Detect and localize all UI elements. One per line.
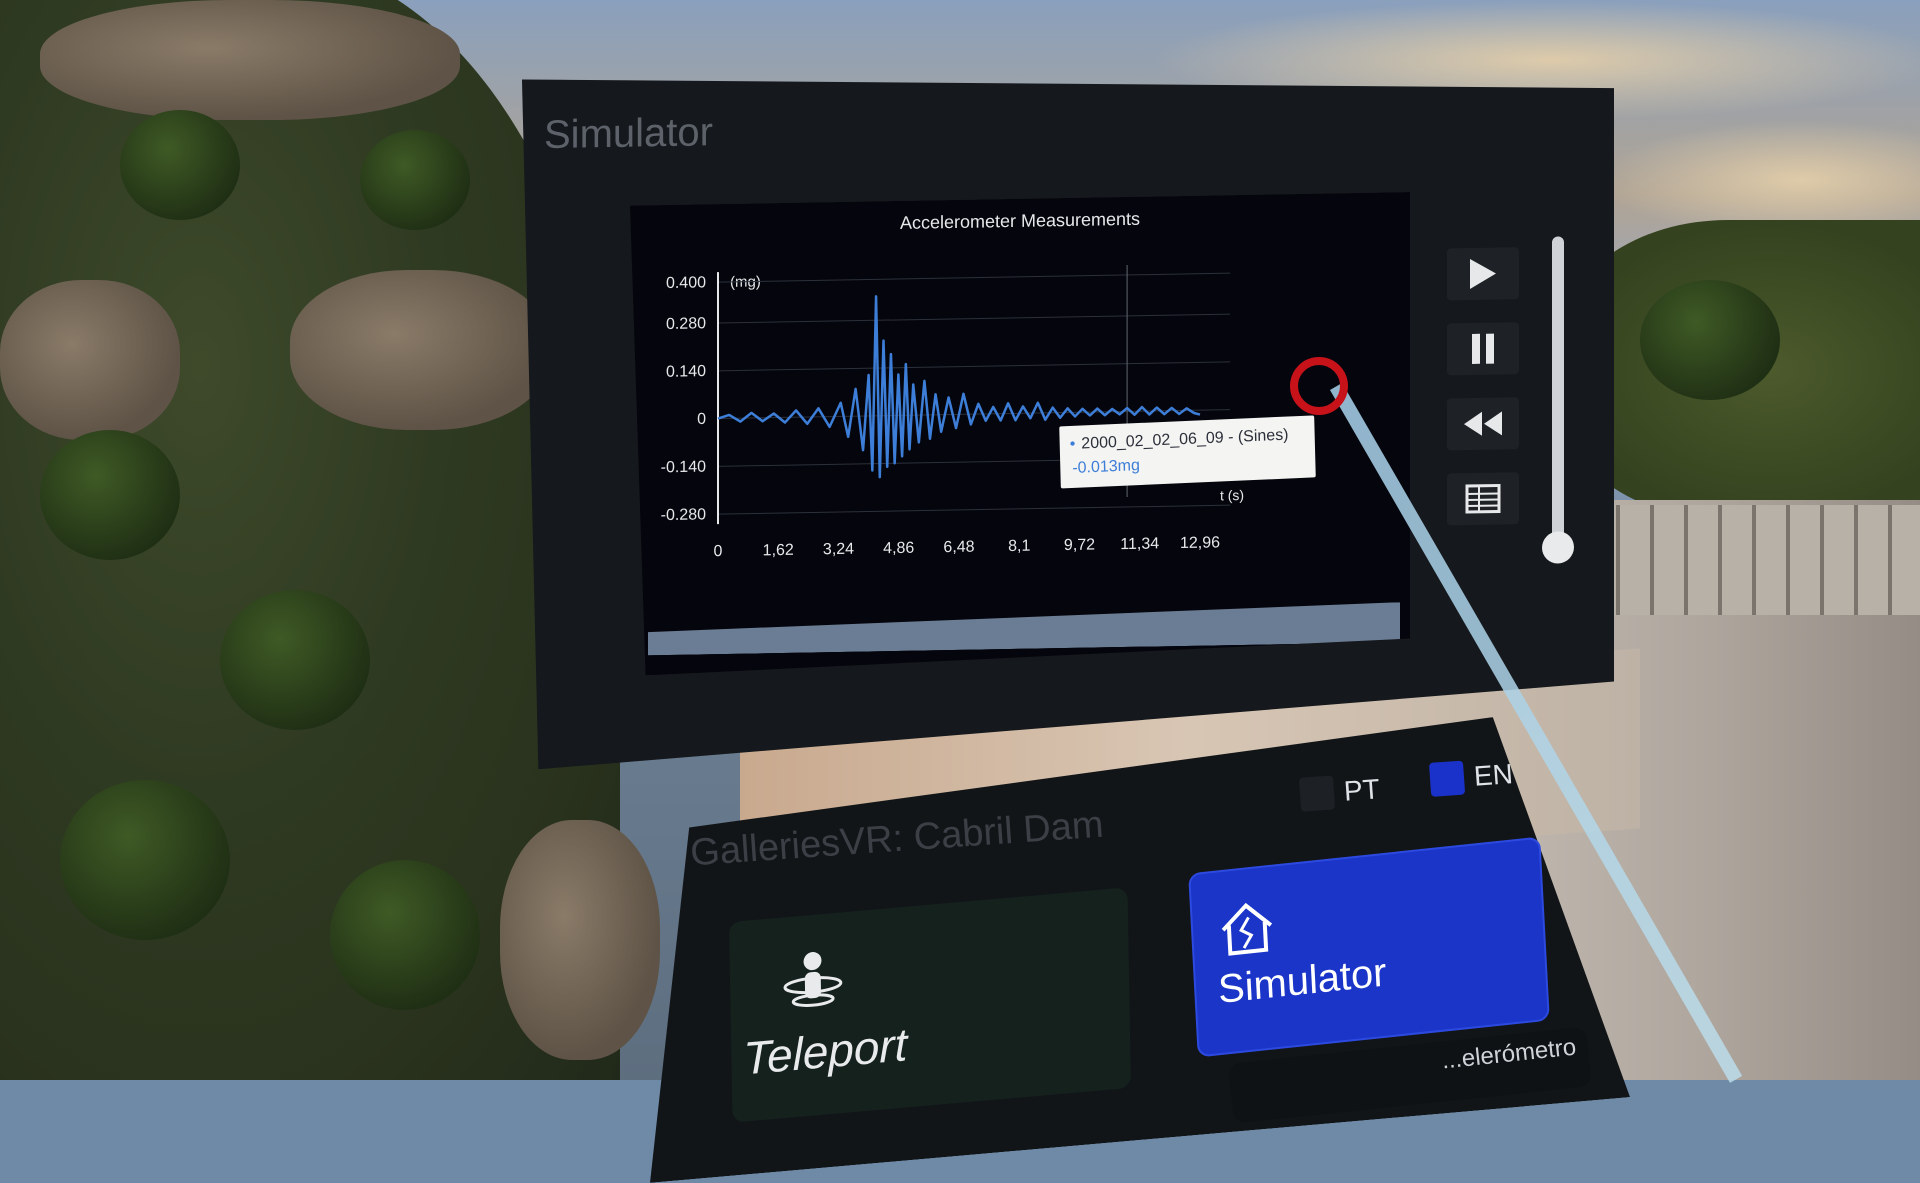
simulator-panel: Simulator Accelerometer Measurements (mg)…	[522, 60, 1614, 769]
y-tick-label: -0.280	[661, 506, 706, 524]
teleport-button[interactable]: Teleport	[729, 887, 1131, 1123]
y-tick-label: -0.140	[661, 459, 706, 477]
tree	[60, 780, 230, 940]
x-tick-label: 0	[714, 543, 723, 560]
accelerometer-label: ...elerómetro	[1440, 1033, 1578, 1075]
rock	[0, 280, 180, 440]
language-label: PT	[1342, 773, 1381, 807]
x-unit-label: t (s)	[1220, 487, 1244, 503]
y-tick-label: 0.280	[666, 315, 706, 333]
play-icon	[1468, 256, 1498, 291]
tooltip-series-label: 2000_02_02_06_09 - (Sines)	[1069, 427, 1288, 455]
x-tick-label: 8,1	[1008, 538, 1030, 555]
table-view-button[interactable]	[1447, 472, 1519, 525]
language-label: EN	[1472, 758, 1514, 792]
pointer-reticle	[1290, 357, 1348, 415]
tree	[1640, 280, 1780, 400]
rock	[290, 270, 550, 430]
gridline	[718, 273, 1230, 282]
tree	[40, 430, 180, 560]
gridline	[718, 505, 1230, 514]
tree	[360, 130, 470, 230]
rock	[40, 0, 460, 120]
tree	[220, 590, 370, 730]
language-toggle-en[interactable]: EN	[1428, 757, 1514, 797]
simulator-label: Simulator	[1217, 950, 1388, 1012]
x-tick-label: 12,96	[1180, 534, 1220, 552]
play-button[interactable]	[1447, 247, 1519, 300]
chart-title: Accelerometer Measurements	[900, 209, 1140, 233]
pause-icon	[1470, 332, 1496, 366]
x-tick-label: 11,34	[1120, 535, 1159, 553]
tooltip-value: -0.013mg	[1072, 457, 1141, 477]
rock	[500, 820, 660, 1060]
x-tick-label: 1,62	[763, 542, 794, 560]
teleport-label: Teleport	[742, 1018, 908, 1085]
panel-title: Simulator	[544, 110, 713, 158]
speed-slider-track[interactable]	[1552, 236, 1564, 556]
table-icon	[1465, 483, 1501, 514]
y-tick-label: 0	[697, 411, 706, 428]
tree	[120, 110, 240, 220]
x-tick-label: 4,86	[883, 540, 914, 558]
y-tick-label: 0.400	[666, 274, 706, 292]
rewind-button[interactable]	[1447, 397, 1519, 450]
tree	[330, 860, 480, 1010]
language-toggle-pt[interactable]: PT	[1298, 772, 1381, 812]
gridline	[718, 314, 1230, 323]
x-tick-label: 9,72	[1064, 537, 1095, 555]
rewind-icon	[1462, 409, 1504, 438]
x-tick-label: 6,48	[943, 539, 974, 557]
pause-button[interactable]	[1447, 322, 1519, 375]
accelerometer-chart[interactable]: Accelerometer Measurements (mg) t (s) 0.400…	[630, 192, 1410, 676]
damaged-house-icon	[1221, 902, 1273, 956]
checkbox[interactable]	[1298, 775, 1336, 812]
speed-slider-knob[interactable]	[1542, 531, 1574, 564]
simulator-button[interactable]: Simulator	[1188, 836, 1550, 1058]
y-tick-label: 0.140	[666, 363, 706, 381]
x-tick-label: 3,24	[823, 541, 854, 559]
chart-tooltip: 2000_02_02_06_09 - (Sines) -0.013mg	[1059, 415, 1316, 488]
teleport-icon	[783, 952, 843, 1007]
checkbox[interactable]	[1428, 760, 1466, 797]
gridline	[718, 362, 1230, 371]
